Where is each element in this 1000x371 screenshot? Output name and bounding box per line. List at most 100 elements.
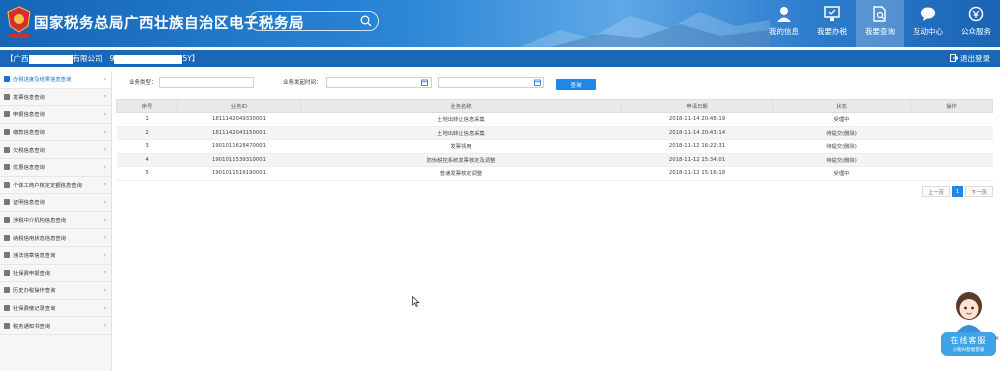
column-header: 业务名称 — [300, 99, 622, 113]
nav-my-info[interactable]: 我的信息 — [760, 0, 808, 47]
sidebar-item[interactable]: 证明信息查询 › — [0, 194, 111, 212]
sidebar-item-label: 个体工商户核定定额信息查询 — [13, 182, 82, 189]
business-id-link[interactable]: 1901011516190001 — [177, 166, 301, 181]
nav-label: 公众服务 — [961, 27, 991, 36]
sidebar-item[interactable]: 缴款信息查询 › — [0, 124, 111, 142]
apply-date: 2018-11-14 20:43:14 — [621, 126, 773, 140]
sidebar-item[interactable]: 社保费申报查询 › — [0, 265, 111, 283]
status-badge[interactable]: 待提交(删除) — [772, 153, 911, 167]
redacted-block — [28, 54, 73, 64]
menu-icon — [4, 181, 10, 188]
exit-icon — [949, 54, 959, 62]
sidebar-item-label: 申报信息查询 — [13, 112, 45, 119]
page-number-button[interactable]: 1 — [952, 186, 963, 197]
chevron-right-icon: › — [103, 146, 106, 154]
prev-page-button[interactable]: 上一页 — [922, 186, 950, 197]
sidebar-item[interactable]: 欠税信息查询 › — [0, 141, 111, 159]
coin-icon — [968, 6, 984, 22]
action-cell — [910, 153, 993, 167]
online-service-widget[interactable]: 在线客服 小税AI智能客服 × — [939, 290, 999, 362]
sidebar-item[interactable]: 申报信息查询 › — [0, 106, 111, 124]
sidebar-item[interactable]: 发票信息查询 › — [0, 89, 111, 107]
nav-interaction[interactable]: 互动中心 — [904, 0, 952, 47]
sidebar-item-label: 办税进度及结果信息查询 — [13, 77, 72, 84]
search-icon[interactable] — [360, 15, 372, 27]
bracket: 【 — [6, 54, 14, 63]
menu-icon — [4, 287, 10, 294]
business-id-link[interactable]: 1901011628470001 — [177, 139, 301, 154]
sidebar-item[interactable]: 税务通知书查询 › — [0, 317, 111, 335]
business-id-link[interactable]: 1901011539310001 — [177, 153, 301, 167]
table-header-row: 序号 业务ID 业务名称 申请日期 状态 操作 — [116, 99, 993, 113]
next-page-button[interactable]: 下一页 — [965, 186, 993, 197]
row-number: 5 — [116, 166, 178, 181]
business-type-select[interactable] — [159, 77, 254, 88]
business-id-link[interactable]: 1811142049330001 — [177, 112, 301, 127]
chevron-right-icon: › — [103, 286, 106, 294]
top-header: 国家税务总局广西壮族自治区电子税务局 我的信息 我要办税 我要查询 互动中心 公… — [0, 0, 1000, 47]
chevron-right-icon: › — [103, 269, 106, 277]
nav-public-service[interactable]: 公众服务 — [952, 0, 1000, 47]
sidebar-item[interactable]: 纳税信用状态信息查询 › — [0, 229, 111, 247]
search-input[interactable] — [249, 11, 379, 31]
tax-emblem-icon — [7, 6, 31, 38]
sidebar-item[interactable]: 涉税中介机构信息查询 › — [0, 212, 111, 230]
service-subtitle: 小税AI智能客服 — [952, 348, 985, 353]
service-title: 在线客服 — [950, 336, 987, 345]
sidebar-item[interactable]: 违法违章信息查询 › — [0, 247, 111, 265]
table-row: 3 1901011628470001 发票领用 2018-11-12 16:22… — [116, 139, 993, 154]
assistant-avatar-icon — [956, 292, 982, 332]
business-id-link[interactable]: 1811142043150001 — [177, 126, 301, 140]
sidebar-item[interactable]: 社保费缴记录查询 › — [0, 300, 111, 318]
sidebar-item[interactable]: 历史办税操作查询 › — [0, 282, 111, 300]
monitor-icon — [824, 6, 840, 21]
nav-tax-handling[interactable]: 我要办税 — [808, 0, 856, 47]
nav-query[interactable]: 我要查询 — [856, 0, 904, 47]
chat-icon — [921, 7, 935, 21]
sidebar-item-label: 发票信息查询 — [13, 94, 45, 101]
taxid-suffix: 5Y — [182, 54, 192, 63]
sidebar-item-label: 社保费缴记录查询 — [13, 306, 56, 313]
menu-icon — [4, 146, 10, 153]
online-service-button[interactable]: 在线客服 小税AI智能客服 — [941, 332, 996, 356]
redacted-block — [114, 54, 183, 64]
action-cell — [910, 112, 993, 127]
menu-icon — [4, 111, 10, 118]
sidebar-item[interactable]: 办税进度及结果信息查询 › — [0, 71, 111, 89]
business-type-label: 业务类型： — [129, 80, 157, 86]
chevron-right-icon: › — [103, 234, 106, 242]
menu-icon — [4, 252, 10, 259]
column-header: 申请日期 — [621, 99, 773, 113]
chevron-right-icon: › — [103, 304, 106, 312]
action-cell — [910, 126, 993, 140]
status-badge[interactable]: 待提交(删除) — [772, 139, 911, 154]
company-prefix: 广西 — [13, 54, 29, 63]
sidebar-item[interactable]: 优惠信息查询 › — [0, 159, 111, 177]
sidebar-item-label: 违法违章信息查询 — [13, 253, 56, 260]
apply-date: 2018-11-14 20:48:19 — [621, 112, 773, 127]
taxpayer-info: 【广西 有限公司 9 5Y】 — [6, 53, 199, 64]
calendar-icon[interactable] — [534, 79, 541, 86]
user-icon — [777, 7, 791, 22]
end-date-input[interactable] — [438, 77, 544, 88]
chevron-right-icon: › — [103, 93, 106, 101]
logout-button[interactable]: 退出登录 — [949, 53, 990, 64]
bracket: 】 — [191, 54, 200, 63]
start-time-label: 业务发起时间： — [283, 80, 322, 86]
menu-icon — [4, 322, 10, 329]
sidebar-item[interactable]: 个体工商户核定定额信息查询 › — [0, 177, 111, 195]
business-name: 土地出转让信息采集 — [300, 112, 622, 127]
doc-search-icon — [873, 6, 886, 22]
close-icon[interactable]: × — [994, 335, 999, 342]
apply-date: 2018-11-12 15:16:18 — [621, 166, 773, 181]
start-date-input[interactable] — [326, 77, 432, 88]
business-name: 普通发票核定调整 — [300, 166, 622, 181]
sidebar-item-label: 欠税信息查询 — [13, 147, 45, 154]
status-badge: 受理中 — [772, 166, 911, 181]
main-nav: 我的信息 我要办税 我要查询 互动中心 公众服务 — [760, 0, 1000, 47]
table-row: 4 1901011539310001 防伪税控系统发票核定及调整 2018-11… — [116, 153, 993, 167]
menu-icon — [4, 129, 10, 136]
query-button[interactable]: 查询 — [556, 79, 596, 90]
calendar-icon[interactable] — [421, 79, 428, 86]
status-badge[interactable]: 待提交(删除) — [772, 126, 911, 140]
